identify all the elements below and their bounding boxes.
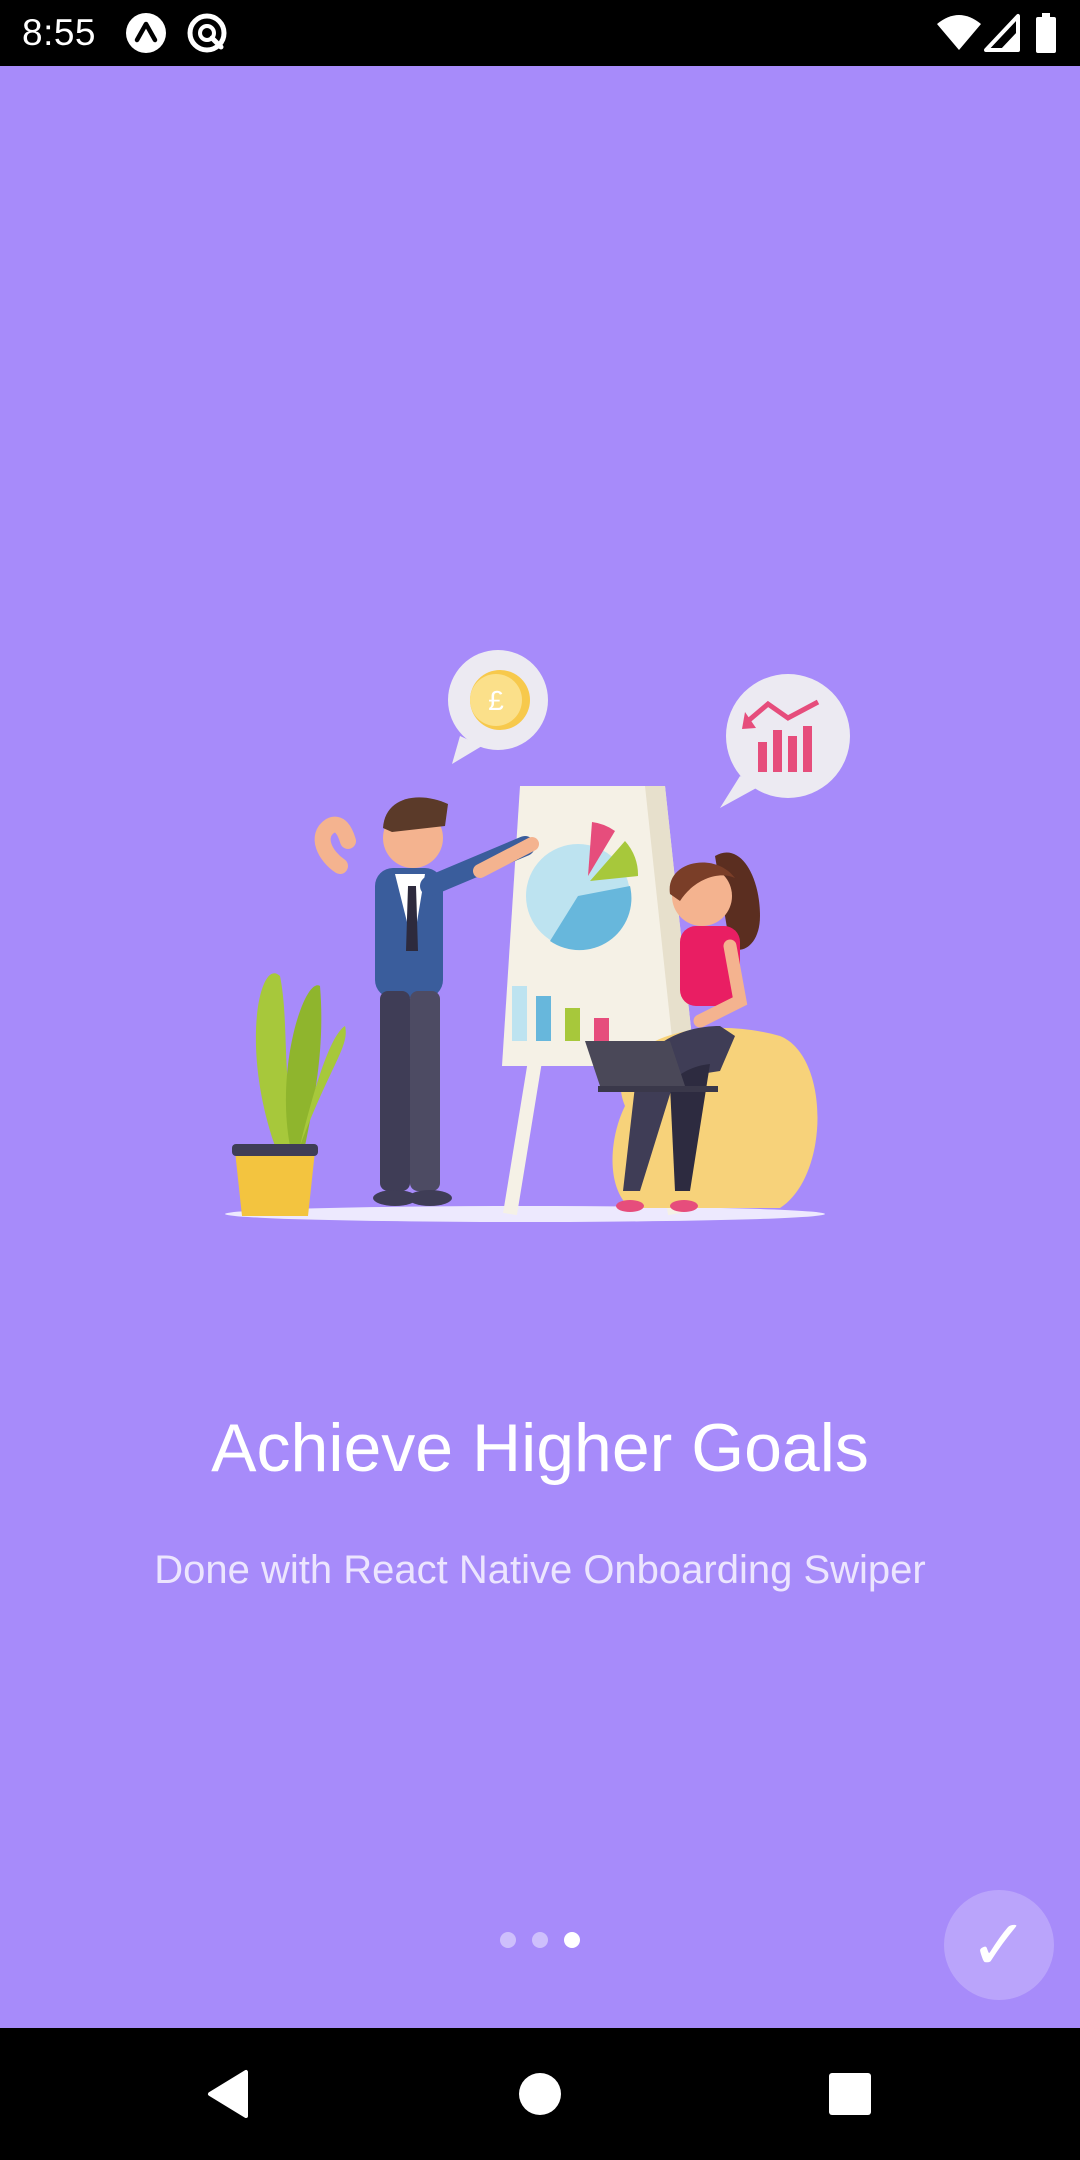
onboarding-slide[interactable]: £ Achieve Higher Goals Done with React N… xyxy=(0,66,1080,2028)
pagination-dot[interactable] xyxy=(500,1932,516,1948)
svg-text:£: £ xyxy=(488,685,504,716)
navigation-bar xyxy=(0,2028,1080,2160)
business-presentation-illustration: £ xyxy=(220,646,860,1226)
pagination-dots xyxy=(0,1932,1080,1956)
wifi-icon xyxy=(936,12,982,54)
slide-title: Achieve Higher Goals xyxy=(211,1410,869,1486)
status-time: 8:55 xyxy=(22,12,97,53)
pagination-dot-active[interactable] xyxy=(564,1932,580,1948)
cell-signal-icon xyxy=(984,12,1020,54)
app-notification-icon xyxy=(125,12,167,54)
recents-icon[interactable] xyxy=(818,2062,882,2126)
done-button[interactable]: ✓ xyxy=(944,1890,1054,2000)
sync-notification-icon xyxy=(186,12,228,54)
home-icon[interactable] xyxy=(508,2062,572,2126)
slide-subtitle: Done with React Native Onboarding Swiper xyxy=(154,1548,926,1592)
back-icon[interactable] xyxy=(198,2062,262,2126)
pagination-dot[interactable] xyxy=(532,1932,548,1948)
status-bar: 8:55 xyxy=(0,0,1080,66)
check-icon: ✓ xyxy=(969,1906,1029,1984)
battery-icon xyxy=(1034,12,1058,54)
